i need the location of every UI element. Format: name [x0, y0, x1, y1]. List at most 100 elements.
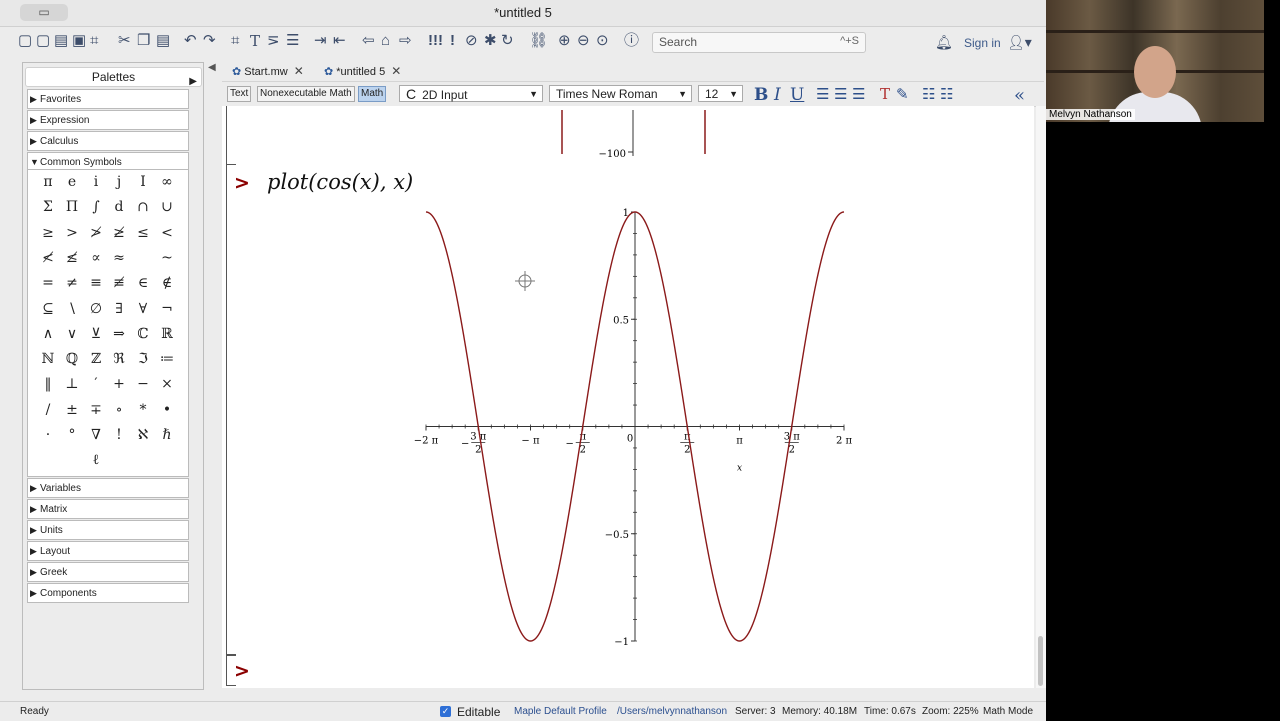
- symbol-button[interactable]: i: [85, 172, 107, 192]
- symbol-button[interactable]: ℚ: [61, 349, 83, 369]
- symbol-button[interactable]: j: [108, 172, 130, 192]
- symbol-button[interactable]: ∩: [132, 197, 154, 217]
- home-icon[interactable]: ⌂: [381, 32, 390, 50]
- zoom-reset-icon[interactable]: ⊙: [596, 32, 609, 50]
- symbol-button[interactable]: ≈: [108, 248, 130, 268]
- tab-untitled-5[interactable]: ✿ *untitled 5 ✕: [324, 62, 401, 80]
- bold-button[interactable]: B: [754, 85, 768, 105]
- text-icon[interactable]: T: [250, 32, 260, 50]
- symbol-button[interactable]: ∃: [108, 299, 130, 319]
- symbol-button[interactable]: ~: [156, 248, 178, 268]
- search-input[interactable]: Search ^+S: [652, 32, 866, 53]
- execute-all-icon[interactable]: !!!: [428, 32, 443, 50]
- help-icon[interactable]: ⓘ: [624, 32, 639, 50]
- palette-section-components[interactable]: ▶ Components: [27, 583, 189, 603]
- copy-icon[interactable]: ❐: [137, 32, 150, 50]
- cut-icon[interactable]: ✂: [118, 32, 131, 50]
- user-icon[interactable]: 👤︎▾: [1007, 34, 1032, 51]
- symbol-button[interactable]: ≢: [108, 273, 130, 293]
- link-icon[interactable]: ⛓: [529, 32, 548, 50]
- palettes-header[interactable]: Palettes ▶: [25, 67, 202, 87]
- symbol-button[interactable]: ∓: [85, 400, 107, 420]
- close-tab-icon[interactable]: ✕: [294, 64, 304, 78]
- symbol-button[interactable]: π: [37, 172, 59, 192]
- editable-checkbox[interactable]: ✓: [440, 706, 451, 717]
- paste-icon[interactable]: ▤: [156, 32, 170, 50]
- new-doc2-icon[interactable]: ▢: [36, 32, 50, 50]
- cos-plot[interactable]: −2 π3 π2− − π π2−π2π 3 π22 π010.5−0.5−1x: [222, 204, 1034, 674]
- symbol-button[interactable]: •: [156, 400, 178, 420]
- symbol-button[interactable]: ℤ: [85, 349, 107, 369]
- symbol-button[interactable]: e: [61, 172, 83, 192]
- symbol-button[interactable]: −: [132, 374, 154, 394]
- symbol-button[interactable]: ∉: [156, 273, 178, 293]
- math-text-icon[interactable]: ⌗: [231, 32, 239, 50]
- execute-icon[interactable]: ⋝: [267, 32, 280, 50]
- symbol-button[interactable]: ℑ: [132, 349, 154, 369]
- palette-section-matrix[interactable]: ▶ Matrix: [27, 499, 189, 519]
- forward-icon[interactable]: ⇨: [399, 32, 412, 50]
- symbol-button[interactable]: ∫: [85, 197, 107, 217]
- symbol-button[interactable]: ∈: [132, 273, 154, 293]
- open-icon[interactable]: ▤: [54, 32, 68, 50]
- redo-icon[interactable]: ↷: [203, 32, 216, 50]
- symbol-button[interactable]: ±: [61, 400, 83, 420]
- worksheet[interactable]: −100 > plot(cos(x), x) −2 π3 π 2− − π π 2− π 2…: [222, 106, 1034, 688]
- text-mode-button[interactable]: Text: [227, 86, 252, 102]
- symbol-button[interactable]: ℓ: [85, 450, 107, 470]
- execute-one-icon[interactable]: !: [450, 32, 455, 50]
- save-icon[interactable]: ▣: [72, 32, 86, 50]
- symbol-button[interactable]: ℕ: [37, 349, 59, 369]
- bell-icon[interactable]: 🔔︎: [935, 34, 953, 51]
- symbol-button[interactable]: d: [108, 197, 130, 217]
- align-center-icon[interactable]: ☰: [834, 85, 847, 103]
- undo-icon[interactable]: ↶: [184, 32, 197, 50]
- palette-section-layout[interactable]: ▶ Layout: [27, 541, 189, 561]
- symbol-button[interactable]: ∖: [61, 299, 83, 319]
- symbol-button[interactable]: ≯: [85, 223, 107, 243]
- restart-icon[interactable]: ↻: [501, 32, 514, 50]
- palette-section-greek[interactable]: ▶ Greek: [27, 562, 189, 582]
- symbol-button[interactable]: ≱: [108, 223, 130, 243]
- symbol-button[interactable]: ∨: [61, 324, 83, 344]
- list-icon[interactable]: ☰: [286, 32, 299, 50]
- palette-section-favorites[interactable]: ▶ Favorites: [27, 89, 189, 109]
- symbol-button[interactable]: ·: [37, 425, 59, 445]
- symbol-button[interactable]: ≠: [61, 273, 83, 293]
- print-icon[interactable]: ⌗: [90, 32, 98, 50]
- scrollbar-thumb[interactable]: [1038, 636, 1043, 686]
- symbol-button[interactable]: ∘: [108, 400, 130, 420]
- vertical-scrollbar[interactable]: [1036, 106, 1046, 688]
- symbol-button[interactable]: ℜ: [108, 349, 130, 369]
- symbol-button[interactable]: =: [37, 273, 59, 293]
- symbol-button[interactable]: ⇒: [108, 324, 130, 344]
- close-tab-icon[interactable]: ✕: [391, 64, 401, 78]
- new-doc-icon[interactable]: ▢: [18, 32, 32, 50]
- symbol-button[interactable]: ⊆: [37, 299, 59, 319]
- sign-in-link[interactable]: Sign in: [964, 36, 1001, 50]
- profile-link[interactable]: Maple Default Profile: [514, 706, 607, 717]
- symbol-button[interactable]: I: [132, 172, 154, 192]
- nonexecutable-math-button[interactable]: Nonexecutable Math: [257, 86, 355, 102]
- collapse-toolbar-icon[interactable]: «: [1014, 85, 1025, 106]
- symbol-button[interactable]: +: [108, 374, 130, 394]
- symbol-button[interactable]: ℝ: [156, 324, 178, 344]
- collapse-palettes-icon[interactable]: ◀: [208, 62, 216, 73]
- symbol-button[interactable]: Π: [61, 197, 83, 217]
- palette-section-expression[interactable]: ▶ Expression: [27, 110, 189, 130]
- symbol-button[interactable]: ∇: [85, 425, 107, 445]
- symbol-button[interactable]: ×: [156, 374, 178, 394]
- symbol-button[interactable]: >: [61, 223, 83, 243]
- symbol-button[interactable]: ¬: [156, 299, 178, 319]
- symbol-button[interactable]: ∝: [85, 248, 107, 268]
- text-color-icon[interactable]: T: [880, 85, 890, 103]
- palette-section-calculus[interactable]: ▶ Calculus: [27, 131, 189, 151]
- symbol-button[interactable]: ′: [85, 374, 107, 394]
- zoom-in-icon[interactable]: ⊕: [558, 32, 571, 50]
- symbol-button[interactable]: ≔: [156, 349, 178, 369]
- stop-icon[interactable]: ⊘: [465, 32, 478, 50]
- font-select[interactable]: Times New Roman ▼: [549, 85, 692, 102]
- zoom-out-icon[interactable]: ⊖: [577, 32, 590, 50]
- symbol-button[interactable]: ∅: [85, 299, 107, 319]
- symbol-button[interactable]: ≤: [132, 223, 154, 243]
